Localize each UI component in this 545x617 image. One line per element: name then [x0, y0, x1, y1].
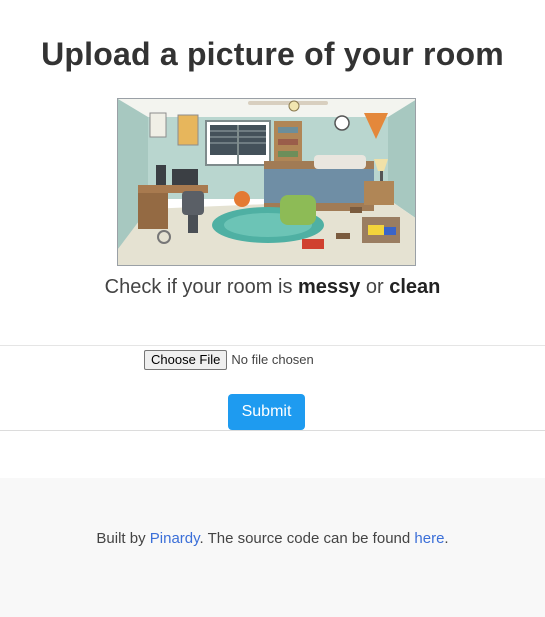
- label-clean: clean: [389, 276, 441, 298]
- divider: [0, 345, 545, 346]
- room-illustration: [117, 98, 416, 266]
- label-messy: messy: [298, 276, 361, 298]
- choose-file-button[interactable]: Choose File: [144, 349, 228, 370]
- footer-suffix: .: [444, 530, 449, 547]
- footer-prefix: Built by: [96, 530, 150, 547]
- page-title: Upload a picture of your room: [41, 36, 504, 72]
- footer-text: Built by Pinardy. The source code can be…: [0, 530, 545, 547]
- divider: [0, 430, 545, 431]
- footer: Built by Pinardy. The source code can be…: [0, 478, 545, 617]
- author-link[interactable]: Pinardy: [150, 530, 200, 547]
- source-code-link[interactable]: here: [414, 530, 444, 547]
- instruction-text: Check if your room is messy or clean: [0, 276, 545, 299]
- instruction-middle: or: [360, 276, 390, 298]
- file-upload-field[interactable]: Choose File No file chosen: [144, 349, 314, 370]
- submit-button[interactable]: Submit: [228, 394, 305, 430]
- instruction-prefix: Check if your room is: [104, 276, 299, 298]
- file-status-text: No file chosen: [231, 352, 314, 367]
- footer-middle: . The source code can be found: [199, 530, 415, 547]
